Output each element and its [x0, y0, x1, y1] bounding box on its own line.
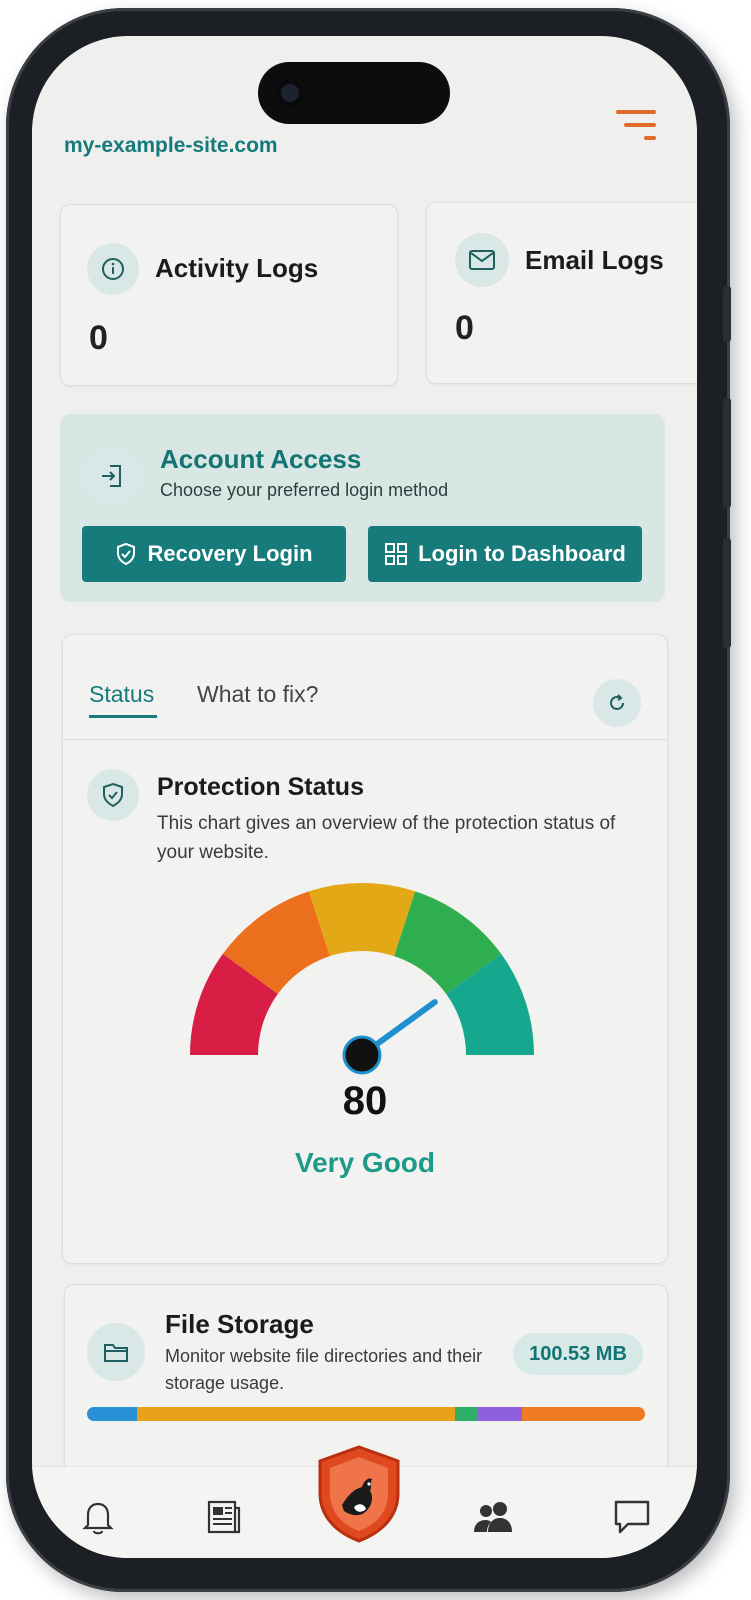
shield-logo-icon[interactable] [314, 1443, 404, 1543]
recovery-login-button[interactable]: Recovery Login [82, 526, 346, 582]
chat-icon[interactable] [610, 1495, 654, 1539]
dynamic-island [258, 62, 450, 124]
protection-status-title: Protection Status [157, 773, 364, 801]
hamburger-menu-icon[interactable] [614, 108, 660, 148]
tab-what-to-fix[interactable]: What to fix? [197, 681, 318, 708]
info-icon [87, 243, 139, 295]
storage-segment [477, 1407, 523, 1421]
storage-segment [522, 1407, 645, 1421]
news-icon[interactable] [202, 1495, 246, 1539]
storage-segment [137, 1407, 456, 1421]
gauge-rating-label: Very Good [294, 1147, 436, 1178]
account-access-title: Account Access [160, 444, 362, 474]
protection-gauge [190, 883, 534, 1075]
file-storage-description: Monitor website file directories and the… [165, 1346, 483, 1393]
recovery-login-label: Recovery Login [147, 541, 313, 566]
shield-check-icon [117, 542, 136, 566]
login-icon [82, 446, 142, 506]
refresh-icon[interactable] [593, 679, 641, 727]
login-to-dashboard-label: Login to Dashboard [418, 541, 626, 566]
bottom-navigation [32, 1445, 697, 1558]
activity-logs-card[interactable]: Activity Logs 0 [60, 204, 398, 386]
storage-usage-bar [87, 1407, 645, 1421]
file-storage-title: File Storage [165, 1309, 314, 1339]
email-logs-title: Email Logs [525, 245, 664, 275]
protection-status-card: Status What to fix? Protection Status Th… [62, 634, 668, 1264]
phone-frame: my-example-site.com Activity Logs 0 Emai… [6, 8, 731, 1592]
login-to-dashboard-button[interactable]: Login to Dashboard [368, 526, 642, 582]
account-access-subtitle: Choose your preferred login method [160, 480, 449, 500]
tab-status[interactable]: Status [89, 681, 154, 708]
activity-logs-title: Activity Logs [155, 253, 319, 283]
email-logs-card[interactable]: Email Logs 0 [426, 202, 697, 384]
mail-icon [455, 233, 509, 287]
tab-divider [63, 739, 667, 740]
site-url: my-example-site.com [64, 134, 278, 157]
shield-check-icon [87, 769, 139, 821]
account-access-panel: Account Access Choose your preferred log… [60, 414, 665, 602]
phone-side-button [723, 398, 731, 508]
app-screen: my-example-site.com Activity Logs 0 Emai… [32, 36, 697, 1558]
active-tab-indicator [89, 715, 157, 718]
storage-segment [455, 1407, 478, 1421]
gauge-value: 80 [342, 1079, 388, 1123]
front-camera [276, 79, 304, 107]
phone-side-button [723, 538, 731, 648]
email-logs-count: 0 [455, 309, 474, 347]
storage-segment [87, 1407, 138, 1421]
phone-side-button [723, 286, 731, 342]
protection-status-description: This chart gives an overview of the prot… [157, 813, 616, 863]
storage-size-badge: 100.53 MB [513, 1333, 643, 1375]
gauge-hub [342, 1035, 382, 1075]
dashboard-grid-icon [385, 543, 408, 565]
activity-logs-count: 0 [89, 319, 108, 357]
folder-icon [87, 1323, 145, 1381]
users-icon[interactable] [472, 1495, 516, 1539]
bell-icon[interactable] [76, 1495, 120, 1539]
